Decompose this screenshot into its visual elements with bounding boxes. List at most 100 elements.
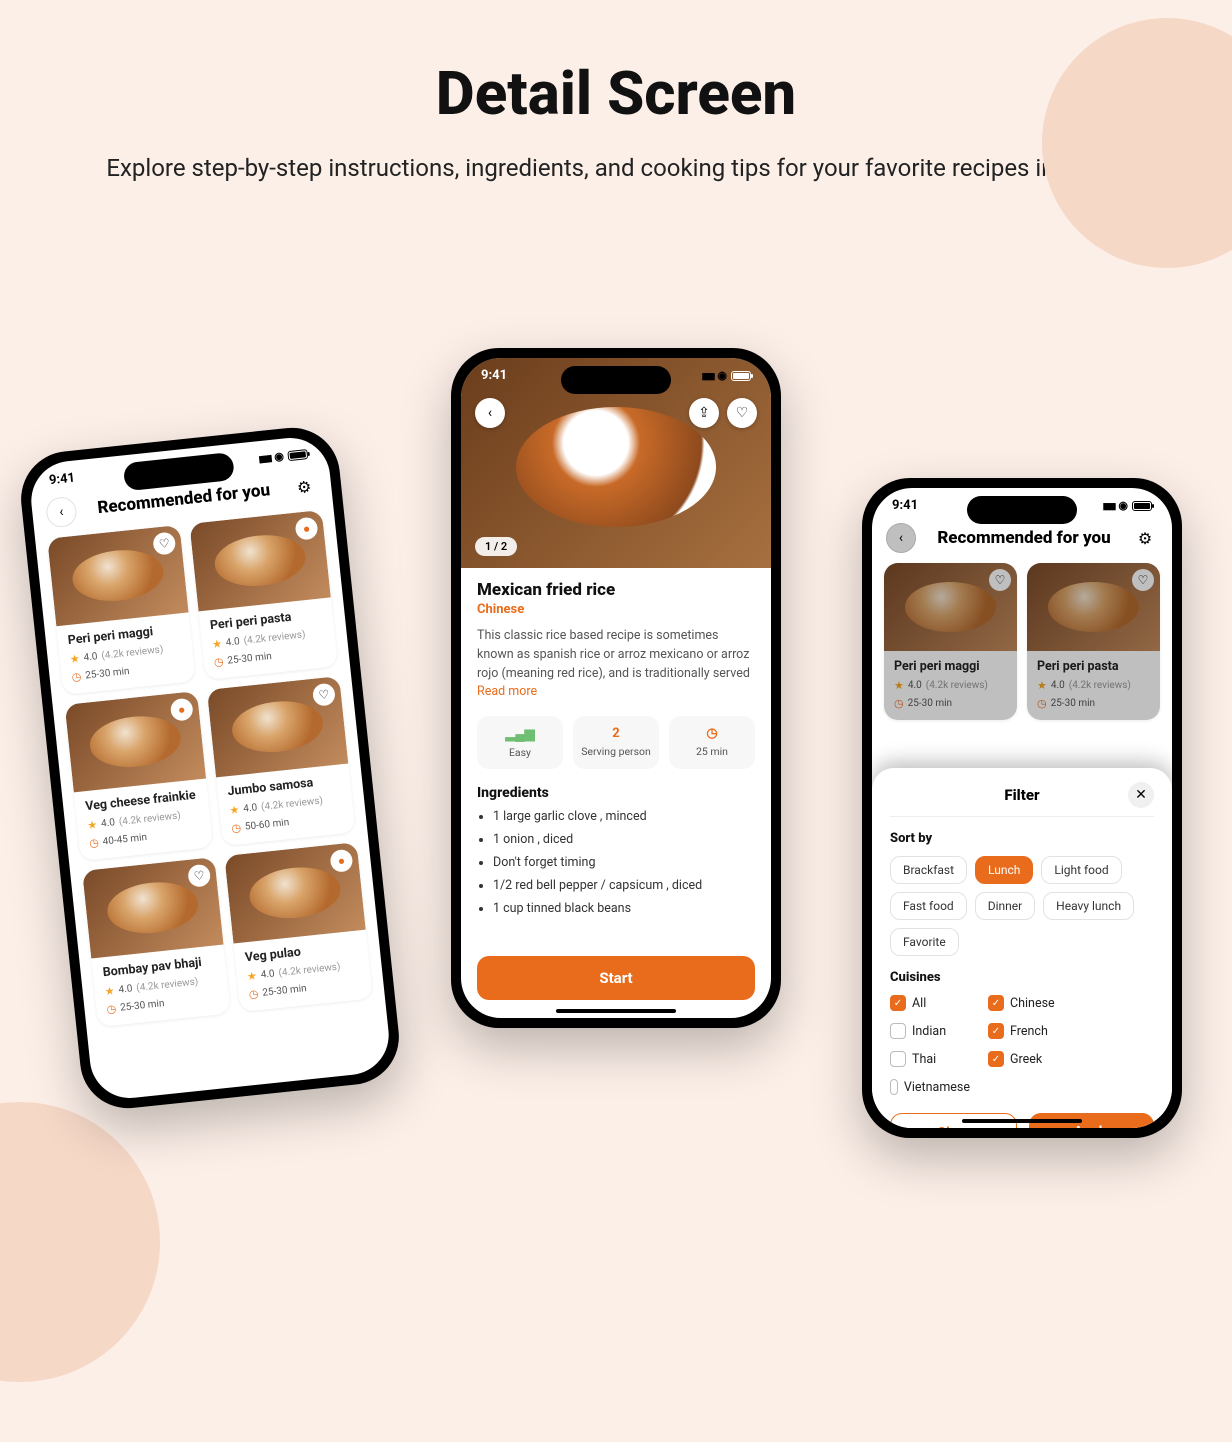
battery-icon xyxy=(1132,501,1152,511)
filter-icon[interactable]: ⚙ xyxy=(290,472,319,501)
cuisine-option[interactable]: Vietnamese xyxy=(890,1079,970,1095)
recipe-image: ♡ xyxy=(884,563,1017,651)
recipe-title: Peri peri pasta xyxy=(1037,659,1150,674)
share-button[interactable]: ⇪ xyxy=(689,398,719,428)
recipe-description: This classic rice based recipe is someti… xyxy=(477,627,755,702)
clock-icon: ◷ xyxy=(231,821,242,835)
back-button[interactable]: ‹ xyxy=(475,398,505,428)
recipe-name: Mexican fried rice xyxy=(477,580,755,600)
favorite-icon[interactable]: ♡ xyxy=(1132,569,1154,591)
bg-blob-right xyxy=(1042,18,1232,268)
rating-value: 4.0 xyxy=(83,651,98,663)
cuisine-option[interactable]: ✓ French xyxy=(988,1023,1068,1039)
clock-icon: ◷ xyxy=(71,670,82,684)
back-button[interactable]: ‹ xyxy=(45,496,78,529)
sort-chip[interactable]: Heavy lunch xyxy=(1043,892,1134,920)
cuisine-option[interactable]: Thai xyxy=(890,1051,970,1067)
sort-chip[interactable]: Dinner xyxy=(975,892,1035,920)
recipe-image: ♡ xyxy=(47,525,188,626)
cuisine-option[interactable]: ✓ Chinese xyxy=(988,995,1068,1011)
time-tile: ◷ 25 min xyxy=(669,716,755,769)
recipe-card[interactable]: ● Veg cheese frainkie ★ 4.0 (4.2k review… xyxy=(65,691,214,861)
rating-value: 4.0 xyxy=(225,636,240,648)
clock-icon: ◷ xyxy=(213,655,224,669)
cuisine-label: Indian xyxy=(912,1024,946,1039)
star-icon: ★ xyxy=(69,652,80,666)
notch xyxy=(561,366,671,394)
recipe-cuisine: Chinese xyxy=(477,602,755,617)
reviews-count: (4.2k reviews) xyxy=(278,961,341,978)
read-more-link[interactable]: Read more xyxy=(477,684,537,699)
recipe-card[interactable]: ♡ Bombay pav bhaji ★ 4.0 (4.2k reviews) … xyxy=(82,857,231,1027)
screen-title: Recommended for you xyxy=(924,528,1124,548)
sort-chip[interactable]: Brackfast xyxy=(890,856,967,884)
favorite-icon[interactable]: ♡ xyxy=(187,864,211,888)
reviews-count: (4.2k reviews) xyxy=(101,644,164,661)
favorite-icon[interactable]: ♡ xyxy=(152,531,176,555)
cook-time: 50-60 min xyxy=(244,817,289,833)
recipe-image: ● xyxy=(224,842,365,943)
rating-value: 4.0 xyxy=(1051,680,1065,691)
checkbox-icon xyxy=(890,1051,906,1067)
cuisine-label: Chinese xyxy=(1010,996,1055,1011)
phone-frame-filter: 9:41 ‹ Recommended for you ⚙ ♡ Peri peri… xyxy=(862,478,1182,1138)
sort-chip[interactable]: Light food xyxy=(1041,856,1121,884)
cuisine-option[interactable]: ✓ All xyxy=(890,995,970,1011)
ingredient-item: 1 cup tinned black beans xyxy=(493,901,755,916)
cuisine-label: All xyxy=(912,996,926,1011)
wifi-icon xyxy=(273,449,284,465)
back-button[interactable]: ‹ xyxy=(886,523,916,553)
cook-time: 25-30 min xyxy=(262,983,307,999)
star-icon: ★ xyxy=(894,679,904,692)
ingredient-item: 1/2 red bell pepper / capsicum , diced xyxy=(493,878,755,893)
sort-chip[interactable]: Fast food xyxy=(890,892,967,920)
recipe-card[interactable]: ♡ Peri peri maggi ★ 4.0 (4.2k reviews) ◷… xyxy=(884,563,1017,720)
difficulty-tile: ▂▄▆ Easy xyxy=(477,716,563,769)
recipe-card[interactable]: ♡ Jumbo samosa ★ 4.0 (4.2k reviews) ◷ 50… xyxy=(207,676,356,846)
favorite-icon[interactable]: ● xyxy=(329,849,353,873)
favorite-icon[interactable]: ♡ xyxy=(312,683,336,707)
checkbox-icon xyxy=(890,1079,898,1095)
rating-value: 4.0 xyxy=(101,817,116,829)
star-icon: ★ xyxy=(246,969,257,983)
checkbox-icon xyxy=(890,1023,906,1039)
filter-icon[interactable]: ⚙ xyxy=(1132,525,1158,551)
recipe-card[interactable]: ♡ Peri peri pasta ★ 4.0 (4.2k reviews) ◷… xyxy=(1027,563,1160,720)
cook-time: 25-30 min xyxy=(120,998,165,1014)
favorite-button[interactable]: ♡ xyxy=(727,398,757,428)
bg-blob-left xyxy=(0,1102,160,1382)
clock-icon: ◷ xyxy=(894,697,904,710)
filter-title: Filter xyxy=(1004,786,1039,804)
favorite-icon[interactable]: ● xyxy=(170,698,194,722)
status-time: 9:41 xyxy=(481,368,507,383)
favorite-icon[interactable]: ● xyxy=(294,517,318,541)
star-icon: ★ xyxy=(104,984,115,998)
recipe-card[interactable]: ● Peri peri pasta ★ 4.0 (4.2k reviews) ◷… xyxy=(189,510,338,680)
reviews-count: (4.2k reviews) xyxy=(261,795,324,812)
phone-frame-detail: 9:41 ‹ ⇪ ♡ 1 / 2 Mexican fried rice Chin… xyxy=(451,348,781,1028)
favorite-icon[interactable]: ♡ xyxy=(989,569,1011,591)
notch xyxy=(967,496,1077,524)
checkbox-icon: ✓ xyxy=(988,995,1004,1011)
cook-time: 25-30 min xyxy=(227,651,272,667)
close-button[interactable]: ✕ xyxy=(1128,782,1154,808)
sort-chip[interactable]: Favorite xyxy=(890,928,959,956)
recipe-card[interactable]: ● Veg pulao ★ 4.0 (4.2k reviews) ◷ 25-30… xyxy=(224,842,373,1012)
home-indicator xyxy=(962,1119,1082,1123)
ingredient-item: 1 onion , diced xyxy=(493,832,755,847)
signal-icon xyxy=(258,450,271,466)
cuisine-option[interactable]: Indian xyxy=(890,1023,970,1039)
star-icon: ★ xyxy=(1037,679,1047,692)
start-button[interactable]: Start xyxy=(477,956,755,1000)
sort-chip[interactable]: Lunch xyxy=(975,856,1033,884)
clock-icon: ◷ xyxy=(673,726,751,741)
serving-label: Serving person xyxy=(577,745,655,758)
cuisine-option[interactable]: ✓ Greek xyxy=(988,1051,1068,1067)
difficulty-icon: ▂▄▆ xyxy=(481,726,559,742)
reviews-count: (4.2k reviews) xyxy=(136,976,199,993)
cuisine-label: Greek xyxy=(1010,1052,1042,1067)
checkbox-icon: ✓ xyxy=(890,995,906,1011)
recipe-card[interactable]: ♡ Peri peri maggi ★ 4.0 (4.2k reviews) ◷… xyxy=(47,525,196,695)
wifi-icon xyxy=(1118,498,1128,513)
time-value: 25 min xyxy=(673,745,751,758)
